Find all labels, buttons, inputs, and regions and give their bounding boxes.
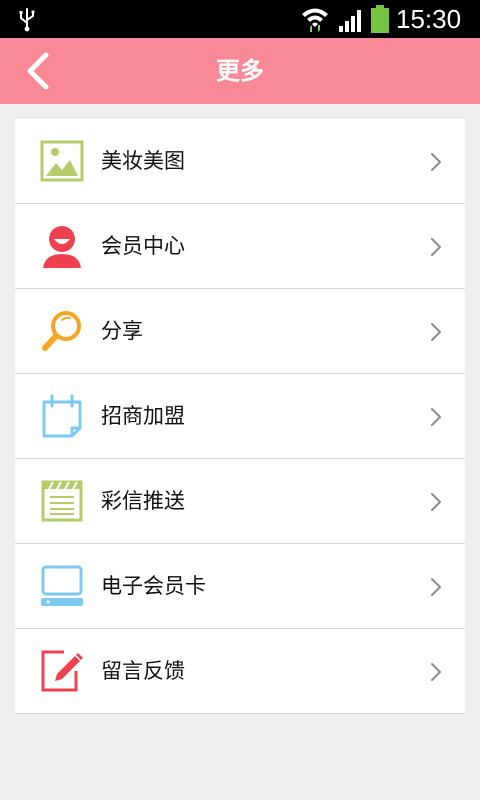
usb-icon	[19, 8, 35, 32]
menu-item-makeup-photos[interactable]: 美妆美图	[15, 119, 465, 204]
chevron-right-icon	[431, 153, 441, 171]
chevron-right-icon	[431, 238, 441, 256]
feedback-icon	[41, 650, 83, 692]
signal-icon	[339, 10, 361, 32]
menu-item-e-member-card[interactable]: 电子会员卡	[15, 544, 465, 629]
chevron-right-icon	[431, 663, 441, 681]
menu-item-label: 电子会员卡	[101, 574, 206, 598]
menu-item-label: 彩信推送	[101, 489, 185, 513]
menu-item-label: 会员中心	[101, 234, 185, 258]
chevron-right-icon	[431, 493, 441, 511]
menu-list: 美妆美图 会员中心 分享 招商加盟 彩信推送 电子会员卡 留言反馈	[15, 119, 465, 714]
status-bar: 15:30	[0, 0, 480, 38]
menu-item-franchise[interactable]: 招商加盟	[15, 374, 465, 459]
chevron-right-icon	[431, 323, 441, 341]
status-time: 15:30	[396, 4, 462, 34]
menu-item-label: 美妆美图	[101, 149, 185, 173]
wifi-icon	[302, 8, 328, 32]
chevron-right-icon	[431, 408, 441, 426]
computer-icon	[41, 565, 83, 606]
menu-item-label: 分享	[101, 319, 143, 343]
calendar-icon	[42, 394, 82, 438]
magnifier-icon	[42, 311, 81, 351]
chevron-right-icon	[431, 578, 441, 596]
title-bar: 更多	[0, 38, 480, 104]
menu-item-share[interactable]: 分享	[15, 289, 465, 374]
mms-icon	[41, 480, 83, 522]
image-icon	[40, 140, 84, 182]
menu-item-label: 招商加盟	[101, 404, 185, 428]
battery-icon	[371, 5, 389, 33]
menu-item-mms-push[interactable]: 彩信推送	[15, 459, 465, 544]
menu-item-label: 留言反馈	[101, 659, 185, 683]
page-title: 更多	[216, 57, 264, 85]
member-icon	[43, 226, 81, 268]
menu-item-feedback[interactable]: 留言反馈	[15, 629, 465, 714]
menu-item-member-center[interactable]: 会员中心	[15, 204, 465, 289]
